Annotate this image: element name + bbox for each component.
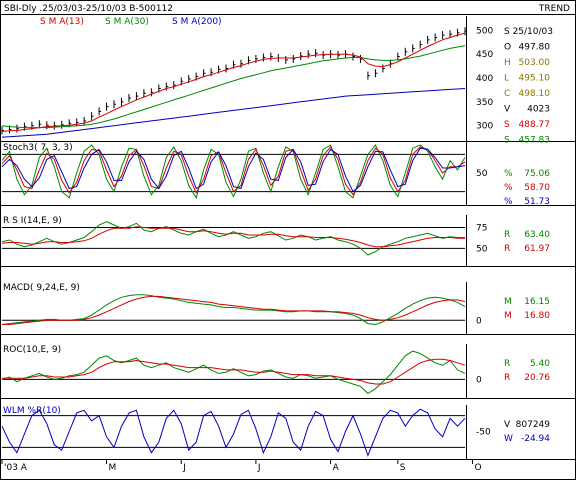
readout-value: 20.76 <box>524 373 550 383</box>
readout-value: 488.77 <box>519 120 551 130</box>
readout-label: V <box>504 105 511 115</box>
readout-label: R <box>504 359 510 369</box>
x-tick-label: S <box>400 463 406 473</box>
trend-label: TREND <box>538 4 570 14</box>
readout-value: 16.80 <box>524 311 550 321</box>
y-tick-label: 350 <box>476 98 493 108</box>
readout-label: L <box>504 74 509 84</box>
y-tick-label: 0 <box>476 316 482 326</box>
x-tick-label: J <box>182 463 186 473</box>
y-tick-label: 0 <box>476 375 482 385</box>
readout-value: 51.73 <box>524 197 550 207</box>
y-tick-label: 450 <box>476 50 493 60</box>
readout-label: S 25/10/03 <box>504 27 553 37</box>
y-tick-label: 75 <box>476 224 487 234</box>
x-tick-label: '03 A <box>4 463 28 473</box>
y-tick-label: 50 <box>476 244 488 254</box>
readout-label: % <box>504 183 513 193</box>
readout-label: H <box>504 58 511 68</box>
readout-label: W <box>504 434 513 444</box>
chart-window: SBI-Dly .25/03/03-25/10/03 B-500112 TREN… <box>0 0 576 480</box>
readout-value: -24.94 <box>521 434 550 444</box>
stock-chart: SBI-Dly .25/03/03-25/10/03 B-500112 TREN… <box>0 0 576 480</box>
readout-label: S <box>504 120 510 130</box>
panel-title: ROC(10,E, 9) <box>3 345 61 355</box>
panel-title: MACD( 9,24,E, 9) <box>3 283 80 293</box>
readout-label: S <box>504 136 510 146</box>
readout-value: 63.40 <box>524 230 550 240</box>
legend-entry: S M A(200) <box>172 17 222 27</box>
readout-label: O <box>504 43 511 53</box>
panel-title: WLM %R(10) <box>3 406 61 416</box>
x-tick-label: J <box>257 463 261 473</box>
readout-label: C <box>504 89 510 99</box>
readout-value: 61.97 <box>524 244 550 254</box>
readout-value: 5.40 <box>530 359 550 369</box>
readout-value: 497.80 <box>519 43 551 53</box>
readout-value: 16.15 <box>524 297 550 307</box>
readout-label: M <box>504 311 512 321</box>
y-tick-label: 50 <box>476 169 488 179</box>
readout-label: % <box>504 197 513 207</box>
legend-entry: S M A(30) <box>105 17 149 27</box>
readout-value: 58.70 <box>524 183 550 193</box>
readout-value: 4023 <box>527 105 550 115</box>
readout-value: 498.10 <box>519 89 551 99</box>
y-tick-label: 500 <box>476 26 493 36</box>
readout-label: R <box>504 244 510 254</box>
y-tick-label: 400 <box>476 74 493 84</box>
readout-value: 503.00 <box>519 58 551 68</box>
chart-header-title: SBI-Dly .25/03/03-25/10/03 B-500112 <box>4 4 173 14</box>
readout-value: 807249 <box>516 420 551 430</box>
legend-entry: S M A(13) <box>40 17 84 27</box>
readout-label: M <box>504 297 512 307</box>
readout-label: % <box>504 169 513 179</box>
y-tick-label: 300 <box>476 122 493 132</box>
readout-value: 457.83 <box>519 136 551 146</box>
panel-title: R S I(14,E, 9) <box>3 216 62 226</box>
readout-label: R <box>504 373 510 383</box>
readout-value: 495.10 <box>519 74 551 84</box>
x-tick-label: O <box>474 463 481 473</box>
readout-value: 75.06 <box>524 169 550 179</box>
x-tick-label: M <box>109 463 117 473</box>
x-tick-label: A <box>333 463 340 473</box>
readout-label: R <box>504 230 510 240</box>
readout-label: V <box>504 420 511 430</box>
y-tick-label: -50 <box>476 428 491 438</box>
panel-title: Stoch3( 7, 3, 3) <box>3 143 73 153</box>
